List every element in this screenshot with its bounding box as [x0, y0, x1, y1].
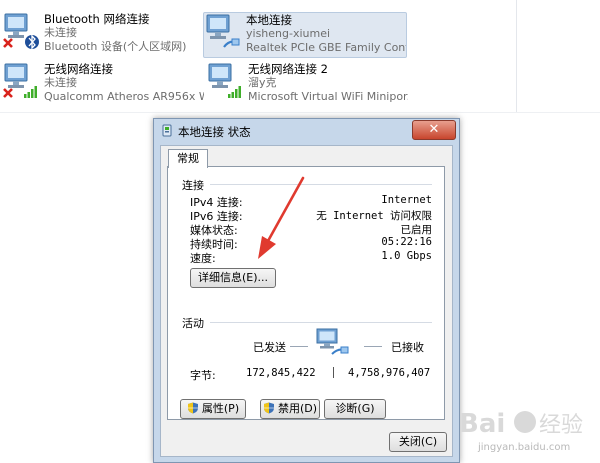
- signal-bars-icon: [24, 86, 37, 98]
- connection-status: 未连接: [44, 26, 77, 39]
- ipv6-value: 无 Internet 访问权限: [316, 210, 432, 222]
- network-adapter-icon: [206, 14, 240, 48]
- tab-general[interactable]: 常规: [168, 149, 208, 168]
- close-icon: ✕: [428, 122, 440, 137]
- window-close-button[interactable]: ✕: [412, 120, 456, 140]
- connection-item-bluetooth[interactable]: Bluetooth 网络连接 未连接 Bluetooth 设备(个人区域网): [2, 12, 202, 56]
- connection-item-wireless[interactable]: 无线网络连接 未连接 Qualcomm Atheros AR956x Wi...: [2, 62, 204, 106]
- speed-value: 1.0 Gbps: [381, 250, 432, 262]
- connection-device: Realtek PCIe GBE Family Contr...: [246, 41, 406, 54]
- uac-shield-icon: [187, 402, 198, 414]
- network-status-icon: [162, 124, 172, 137]
- activity-group-rule: [210, 322, 432, 323]
- disconnected-x-icon: [3, 38, 13, 48]
- activity-group-label: 活动: [182, 317, 204, 330]
- bytes-sent-value: 172,845,422: [246, 367, 316, 379]
- connection-group-label: 连接: [182, 179, 204, 192]
- connection-device: Qualcomm Atheros AR956x Wi...: [44, 90, 204, 103]
- list-divider-horizontal: [0, 112, 600, 113]
- received-dash: [364, 346, 382, 347]
- bytes-label: 字节:: [190, 369, 216, 382]
- duration-value: 05:22:16: [381, 236, 432, 248]
- network-adapter-icon: [208, 63, 241, 98]
- watermark-url: jingyan.baidu.com: [478, 442, 571, 453]
- dialog-titlebar[interactable]: 本地连接 状态 ✕: [154, 119, 459, 143]
- properties-button-label: 属性(P): [201, 402, 240, 415]
- uac-shield-icon: [263, 402, 274, 414]
- ipv4-value: Internet: [381, 194, 432, 206]
- disable-button[interactable]: 禁用(D): [260, 399, 320, 419]
- disable-button-label: 禁用(D): [277, 402, 318, 415]
- local-connection-status-dialog: 本地连接 状态 ✕ 常规 连接 IPv4 连接: Internet IPv6 连…: [153, 118, 460, 463]
- svg-text:Bai: Bai: [459, 409, 505, 439]
- network-adapter-icon: [3, 13, 39, 50]
- connection-item-wireless-2[interactable]: 无线网络连接 2 溜y克 Microsoft Virtual WiFi Mini…: [206, 62, 408, 106]
- properties-button[interactable]: 属性(P): [180, 399, 246, 419]
- bytes-separator: [333, 367, 334, 378]
- dialog-title: 本地连接 状态: [178, 125, 251, 139]
- connection-status: yisheng-xiumei: [246, 27, 331, 40]
- connection-group-rule: [210, 184, 432, 185]
- tab-panel-general: 连接 IPv4 连接: Internet IPv6 连接: 无 Internet…: [167, 166, 445, 420]
- connection-status: 未连接: [44, 76, 77, 89]
- close-button[interactable]: 关闭(C): [389, 432, 447, 452]
- media-state-value: 已启用: [400, 224, 433, 236]
- svg-text:经验: 经验: [539, 413, 583, 438]
- connection-device: Microsoft Virtual WiFi Minipor...: [248, 90, 408, 103]
- disconnected-x-icon: [3, 88, 13, 98]
- list-divider-vertical: [516, 0, 517, 112]
- diagnose-button[interactable]: 诊断(G): [324, 399, 386, 419]
- details-button[interactable]: 详细信息(E)...: [190, 268, 276, 288]
- connection-name: 本地连接: [246, 13, 292, 27]
- signal-bars-icon: [228, 86, 241, 98]
- connection-name: Bluetooth 网络连接: [44, 12, 150, 26]
- bytes-received-value: 4,758,976,407: [348, 367, 431, 379]
- sent-dash: [290, 346, 308, 347]
- connection-device: Bluetooth 设备(个人区域网): [44, 40, 187, 53]
- sent-label: 已发送: [253, 341, 286, 354]
- connection-item-local[interactable]: 本地连接 yisheng-xiumei Realtek PCIe GBE Fam…: [203, 12, 407, 58]
- received-label: 已接收: [391, 341, 424, 354]
- speed-label: 速度:: [190, 252, 216, 265]
- dialog-client-area: 常规 连接 IPv4 连接: Internet IPv6 连接: 无 Inter…: [160, 145, 453, 457]
- connection-name: 无线网络连接: [44, 62, 113, 76]
- connection-name: 无线网络连接 2: [248, 62, 328, 76]
- network-adapter-icon: [3, 63, 37, 98]
- network-activity-icon: [316, 328, 349, 355]
- connection-status: 溜y克: [248, 76, 277, 89]
